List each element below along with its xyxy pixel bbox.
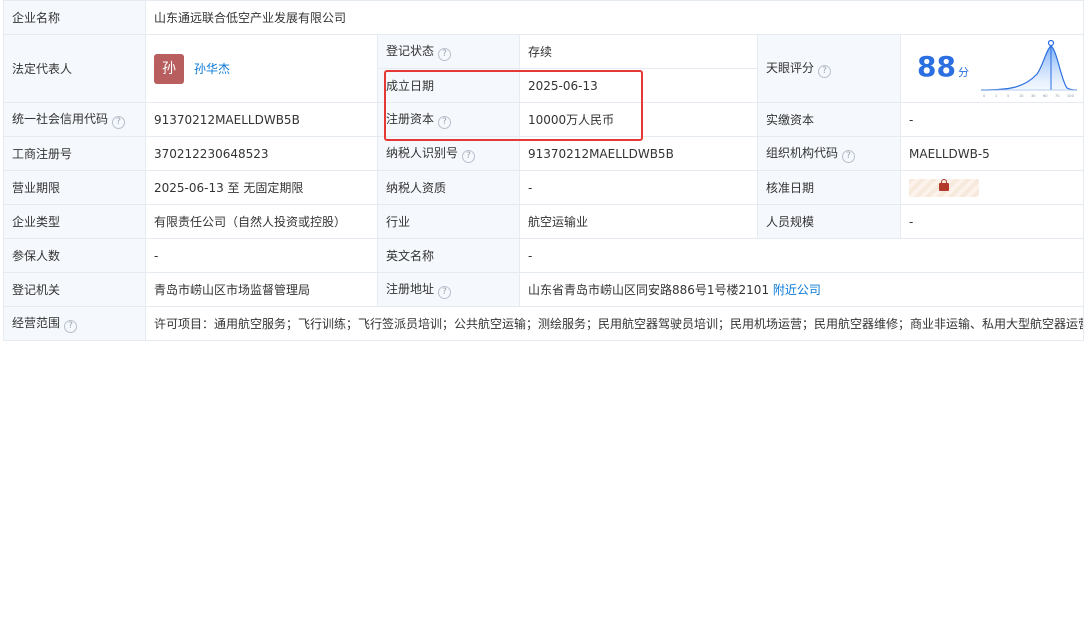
term-label: 营业期限 [3, 170, 146, 205]
row-term: 营业期限 2025-06-13 至 无固定期限 纳税人资质 - 核准日期 [3, 170, 1085, 205]
taxpayer-qual-label: 纳税人资质 [377, 170, 520, 205]
company-name-value: 山东通远联合低空产业发展有限公司 [144, 0, 1085, 35]
row-company-name: 企业名称 山东通远联合低空产业发展有限公司 [3, 0, 1085, 35]
help-icon[interactable]: ? [438, 47, 452, 61]
company-type-value: 有限责任公司（自然人投资或控股） [145, 204, 378, 239]
reg-status-label-cell: 登记状态? [377, 34, 520, 69]
help-icon[interactable]: ? [64, 319, 78, 333]
reg-address-cell: 山东省青岛市崂山区同安路886号1号楼2101 附近公司 [518, 272, 1085, 307]
org-code-label: 组织机构代码 [766, 145, 839, 160]
insured-value: - [145, 238, 378, 273]
staff-size-label: 人员规模 [757, 204, 901, 239]
reg-address-label-cell: 注册地址? [377, 272, 520, 307]
score-tick-label: 30 [1031, 94, 1036, 98]
scope-label: 经营范围 [12, 315, 61, 330]
help-icon[interactable]: ? [112, 115, 126, 129]
score-tick-label: 5 [1007, 94, 1009, 98]
tianyan-score-cell[interactable]: 88 分 0 1 5 15 30 60 75 100 [899, 34, 1085, 103]
tianyan-label-cell: 天眼评分? [757, 34, 901, 103]
row-biz-reg-no: 工商注册号 370212230648523 纳税人识别号? 91370212MA… [3, 136, 1085, 171]
industry-label: 行业 [377, 204, 520, 239]
taxpayer-id-value: 91370212MAELLDWB5B [519, 136, 758, 171]
term-value: 2025-06-13 至 无固定期限 [145, 170, 378, 205]
credit-code-label-cell: 统一社会信用代码? [3, 102, 146, 137]
row-insured: 参保人数 - 英文名称 - [3, 238, 1085, 273]
locked-value[interactable] [909, 178, 979, 197]
tianyan-score-unit: 分 [957, 65, 969, 79]
row-company-type: 企业类型 有限责任公司（自然人投资或控股） 行业 航空运输业 人员规模 - [3, 204, 1085, 239]
reg-authority-label: 登记机关 [3, 272, 146, 307]
credit-code-label: 统一社会信用代码 [12, 111, 109, 126]
credit-code-value: 91370212MAELLDWB5B [145, 102, 378, 137]
help-icon[interactable]: ? [438, 285, 452, 299]
help-icon[interactable]: ? [438, 115, 452, 129]
industry-value: 航空运输业 [519, 204, 758, 239]
help-icon[interactable]: ? [462, 149, 476, 163]
legal-rep-label: 法定代表人 [3, 34, 146, 103]
score-tick-label: 75 [1055, 94, 1060, 98]
taxpayer-qual-value: - [519, 170, 758, 205]
company-name-label: 企业名称 [3, 0, 146, 35]
english-name-value: - [518, 238, 1085, 273]
tianyan-label: 天眼评分 [766, 60, 815, 75]
score-tick-label: 15 [1019, 94, 1024, 98]
help-icon[interactable]: ? [818, 64, 832, 78]
paid-capital-value: - [899, 102, 1085, 137]
avatar[interactable]: 孙 [154, 53, 184, 84]
reg-address-value: 山东省青岛市崂山区同安路886号1号楼2101 [528, 282, 770, 297]
staff-size-value: - [899, 204, 1085, 239]
reg-status-label: 登记状态 [386, 43, 435, 58]
company-info-panel: 企业名称 山东通远联合低空产业发展有限公司 法定代表人 孙孙华杰 登记状态? 存… [3, 0, 1085, 630]
reg-capital-label: 注册资本 [386, 111, 435, 126]
lock-icon [939, 178, 949, 191]
row-scope: 经营范围? 许可项目：通用航空服务；飞行训练；飞行签派员培训；公共航空运输；测绘… [3, 306, 1085, 341]
english-name-label: 英文名称 [377, 238, 520, 273]
score-tick-label: 100 [1067, 94, 1075, 98]
score-tick-label: 1 [995, 94, 997, 98]
approval-date-cell [899, 170, 1085, 205]
reg-authority-value: 青岛市崂山区市场监督管理局 [145, 272, 378, 307]
scope-label-cell: 经营范围? [3, 306, 146, 341]
score-distribution-curve: 0 1 5 15 30 60 75 100 [980, 39, 1078, 98]
row-legal-rep: 法定代表人 孙孙华杰 登记状态? 存续 天眼评分? 88 分 0 1 5 15 … [3, 34, 1085, 103]
legal-rep-cell: 孙孙华杰 [145, 34, 378, 103]
scope-value: 许可项目：通用航空服务；飞行训练；飞行签派员培训；公共航空运输；测绘服务；民用航… [144, 306, 1085, 341]
company-info-table: 企业名称 山东通远联合低空产业发展有限公司 法定代表人 孙孙华杰 登记状态? 存… [3, 0, 1085, 341]
score-curve-area [981, 45, 1077, 90]
biz-reg-no-label: 工商注册号 [3, 136, 146, 171]
reg-capital-label-cell: 注册资本? [377, 102, 520, 137]
score-tick-label: 0 [983, 94, 986, 98]
tianyan-score-number: 88 [917, 49, 956, 83]
est-date-value: 2025-06-13 [519, 68, 758, 103]
org-code-label-cell: 组织机构代码? [757, 136, 901, 171]
help-icon[interactable]: ? [842, 149, 856, 163]
row-reg-authority: 登记机关 青岛市崂山区市场监督管理局 注册地址? 山东省青岛市崂山区同安路886… [3, 272, 1085, 307]
paid-capital-label: 实缴资本 [757, 102, 901, 137]
tianyan-score-widget[interactable]: 88 分 0 1 5 15 30 60 75 100 [902, 36, 1083, 102]
row-credit-code: 统一社会信用代码? 91370212MAELLDWB5B 注册资本? 10000… [3, 102, 1085, 137]
est-date-label: 成立日期 [377, 68, 520, 103]
insured-label: 参保人数 [3, 238, 146, 273]
reg-address-label: 注册地址 [386, 281, 435, 296]
taxpayer-id-label: 纳税人识别号 [386, 145, 459, 160]
org-code-value: MAELLDWB-5 [899, 136, 1085, 171]
nearby-companies-link[interactable]: 附近公司 [773, 283, 821, 297]
approval-date-label: 核准日期 [757, 170, 901, 205]
score-tick-label: 60 [1043, 94, 1048, 98]
reg-capital-value: 10000万人民币 [519, 102, 758, 137]
reg-status-value: 存续 [519, 34, 758, 69]
tianyan-score-value: 88 分 [917, 50, 969, 90]
taxpayer-id-label-cell: 纳税人识别号? [377, 136, 520, 171]
score-marker-dot [1047, 39, 1055, 46]
legal-rep-name-link[interactable]: 孙华杰 [194, 62, 230, 76]
company-type-label: 企业类型 [3, 204, 146, 239]
biz-reg-no-value: 370212230648523 [145, 136, 378, 171]
